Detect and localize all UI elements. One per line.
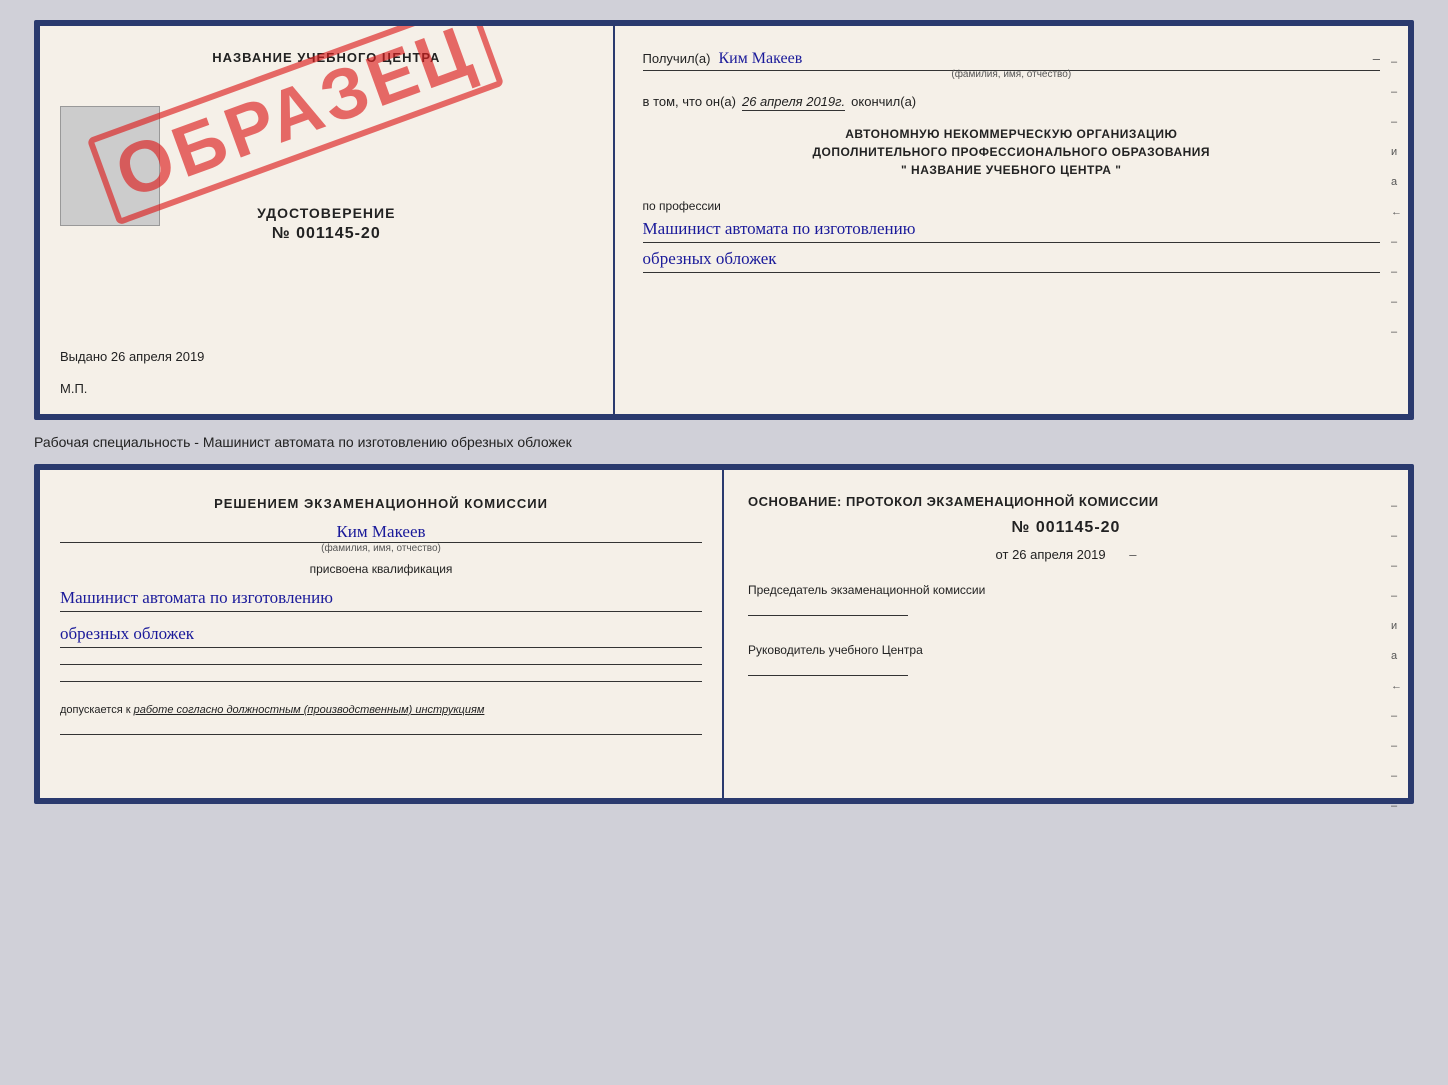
prisvоена-label: присвоена квалификация [60, 562, 702, 576]
blank-line-3 [60, 734, 702, 735]
fio-hint-bottom: (фамилия, имя, отчество) [60, 543, 702, 554]
mp-label: М.П. [60, 381, 87, 396]
vtom-row: в том, что он(а) 26 апреля 2019г. окончи… [643, 94, 1380, 111]
poluchil-name: Ким Макеев [718, 50, 1356, 68]
dopuskaetsya-block: допускается к работе согласно должностны… [60, 702, 702, 719]
bottom-left-panel: Решением экзаменационной комиссии Ким Ма… [40, 470, 724, 798]
protocol-number: № 001145-20 [748, 519, 1384, 537]
ot-date-value: 26 апреля 2019 [1012, 547, 1106, 562]
rukovoditel-signature-line [748, 675, 908, 676]
predsedatel-signature-line [748, 615, 908, 616]
ot-dash: – [1129, 547, 1136, 562]
blank-line-2 [60, 681, 702, 682]
org-line1: АВТОНОМНУЮ НЕКОММЕРЧЕСКУЮ ОРГАНИЗАЦИЮ [643, 125, 1380, 143]
photo-placeholder [60, 106, 160, 226]
udostoverenie-label: УДОСТОВЕРЕНИЕ [257, 205, 395, 221]
vtom-date: 26 апреля 2019г. [742, 94, 845, 111]
dopuskaetsya-text: работе согласно должностным (производств… [134, 704, 485, 716]
org-line2: ДОПОЛНИТЕЛЬНОГО ПРОФЕССИОНАЛЬНОГО ОБРАЗО… [643, 143, 1380, 161]
poluchil-row: Получил(а) Ким Макеев – [643, 50, 1380, 71]
profession-line2-top: обрезных обложек [643, 245, 1380, 273]
top-right-panel: Получил(а) Ким Макеев – (фамилия, имя, о… [615, 26, 1408, 414]
school-name-top: НАЗВАНИЕ УЧЕБНОГО ЦЕНТРА [212, 50, 440, 65]
poluchil-label: Получил(а) [643, 51, 711, 66]
bottom-right-panel: Основание: протокол экзаменационной коми… [724, 470, 1408, 798]
dash-top: – [1373, 51, 1380, 66]
osnovanie-title: Основание: протокол экзаменационной коми… [748, 494, 1384, 509]
right-side-dashes-bottom: – – – – и а ← – – – – [1391, 500, 1402, 812]
resheniem-title: Решением экзаменационной комиссии [60, 494, 702, 514]
vtom-prefix: в том, что он(а) [643, 94, 736, 109]
profession-line1-bottom: Машинист автомата по изготовлению [60, 584, 702, 612]
blank-line-1 [60, 664, 702, 665]
top-document: НАЗВАНИЕ УЧЕБНОГО ЦЕНТРА УДОСТОВЕРЕНИЕ №… [34, 20, 1414, 420]
rukovoditel-label: Руководитель учебного Центра [748, 642, 1384, 659]
po-professii-label: по профессии [643, 199, 1380, 213]
org-block: АВТОНОМНУЮ НЕКОММЕРЧЕСКУЮ ОРГАНИЗАЦИЮ ДО… [643, 125, 1380, 179]
predsedatel-label: Председатель экзаменационной комиссии [748, 582, 1384, 599]
school-name-right: " НАЗВАНИЕ УЧЕБНОГО ЦЕНТРА " [643, 161, 1380, 179]
profession-line1-top: Машинист автомата по изготовлению [643, 215, 1380, 243]
okoncil-label: окончил(а) [851, 94, 916, 109]
top-left-panel: НАЗВАНИЕ УЧЕБНОГО ЦЕНТРА УДОСТОВЕРЕНИЕ №… [40, 26, 615, 414]
vydano-row: Выдано 26 апреля 2019 [60, 349, 204, 364]
right-side-dashes: – – – и а ← – – – – [1391, 56, 1402, 338]
bottom-document: Решением экзаменационной комиссии Ким Ма… [34, 464, 1414, 804]
document-wrapper: НАЗВАНИЕ УЧЕБНОГО ЦЕНТРА УДОСТОВЕРЕНИЕ №… [34, 20, 1414, 804]
vydano-label: Выдано [60, 349, 107, 364]
vydano-date: 26 апреля 2019 [111, 349, 205, 364]
fio-hint-top: (фамилия, имя, отчество) [643, 69, 1380, 80]
middle-text: Рабочая специальность - Машинист автомат… [34, 430, 1414, 454]
udostoverenie-number: № 001145-20 [272, 225, 381, 243]
bottom-name: Ким Макеев [60, 522, 702, 543]
ot-label: от [996, 547, 1009, 562]
profession-line2-bottom: обрезных обложек [60, 620, 702, 648]
ot-date-block: от 26 апреля 2019 – [748, 547, 1384, 562]
dopuskaetsya-prefix: допускается к [60, 704, 131, 716]
